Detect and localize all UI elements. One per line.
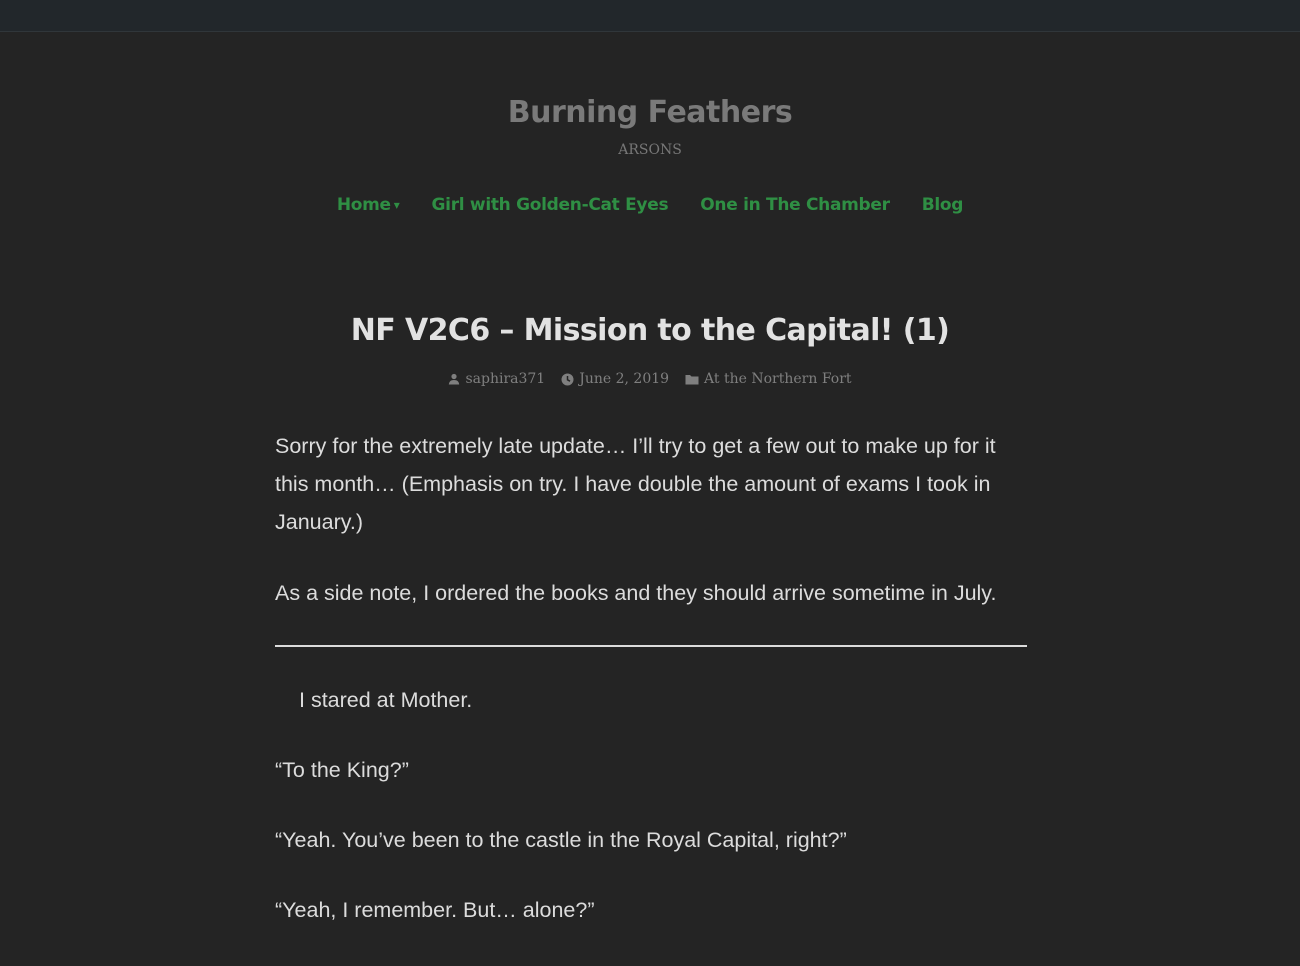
horizontal-divider: [275, 645, 1027, 647]
post-category[interactable]: At the Northern Fort: [685, 369, 852, 389]
main-navigation: Home ▾ Girl with Golden-Cat Eyes One in T…: [0, 193, 1300, 217]
post-category-text: At the Northern Fort: [704, 371, 852, 387]
nav-item-home-label: Home: [336, 195, 391, 215]
post-author[interactable]: saphira371: [448, 369, 545, 389]
author-note-paragraph: As a side note, I ordered the books and …: [275, 581, 997, 605]
author-note-paragraph: Sorry for the extremely late update… I’l…: [275, 434, 996, 534]
site-title[interactable]: Burning Feathers: [0, 93, 1300, 133]
clock-icon: [561, 373, 574, 386]
folder-icon: [685, 373, 699, 385]
nav-item-home[interactable]: Home ▾: [337, 193, 400, 217]
post-date-text: June 2, 2019: [579, 371, 670, 387]
person-icon: [448, 373, 460, 385]
chevron-down-icon: ▾: [393, 198, 400, 212]
site-tagline: ARSONS: [618, 142, 682, 158]
post-title: NF V2C6 – Mission to the Capital! (1): [350, 313, 950, 348]
post-meta: saphira371 June 2, 2019 At the Northern …: [0, 369, 1300, 389]
story-paragraph: I stared at Mother.: [299, 688, 473, 712]
post-date[interactable]: June 2, 2019: [561, 369, 669, 389]
story-paragraph: “Yeah. You’ve been to the castle in the …: [275, 828, 847, 852]
nav-item-blog[interactable]: Blog: [922, 193, 964, 217]
nav-item-girl-with-golden-cat-eyes[interactable]: Girl with Golden-Cat Eyes: [432, 193, 669, 217]
nav-item-one-in-the-chamber[interactable]: One in The Chamber: [700, 193, 890, 217]
top-bar: [0, 0, 1300, 32]
post-author-name: saphira371: [465, 371, 546, 387]
story-paragraph: “To the King?”: [275, 758, 409, 782]
post-content: Sorry for the extremely late update… I’l…: [275, 427, 1027, 929]
story-paragraph: “Yeah, I remember. But… alone?”: [275, 898, 595, 922]
